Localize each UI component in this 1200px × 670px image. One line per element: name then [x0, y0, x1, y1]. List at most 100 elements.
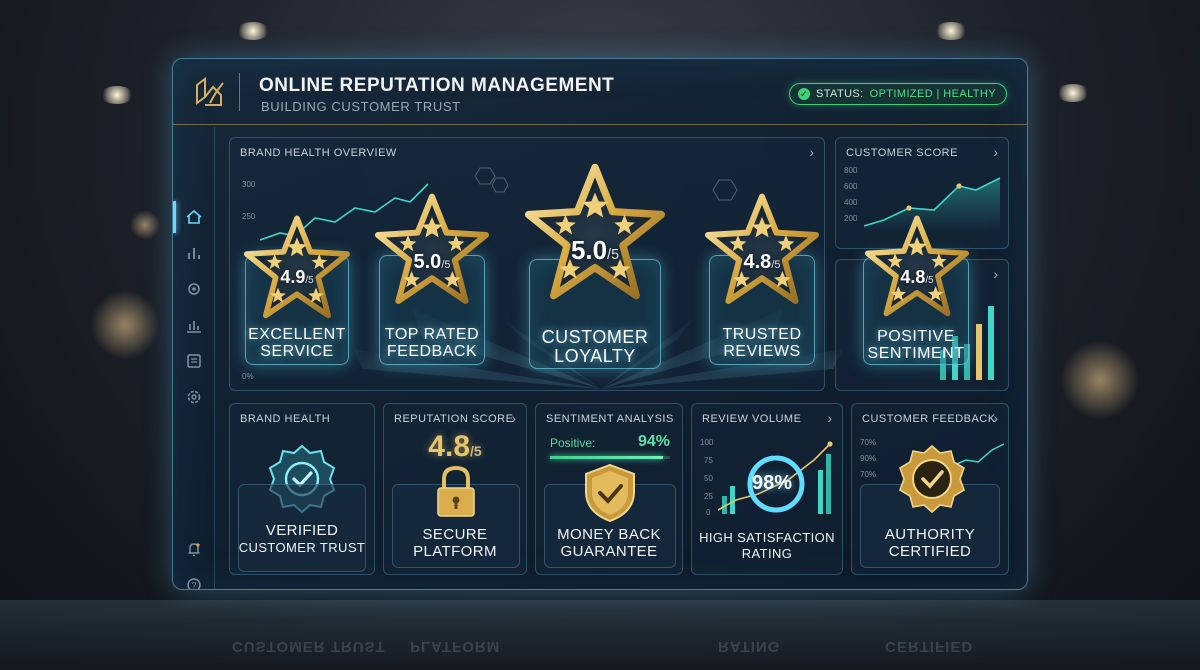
logo-separator — [239, 73, 240, 111]
app-subtitle: BUILDING CUSTOMER TRUST — [261, 99, 461, 114]
gold-star-icon — [519, 163, 671, 303]
chevron-right-icon[interactable]: › — [809, 144, 814, 160]
reputation-score: 4.8 — [428, 430, 471, 463]
panel-title: CUSTOMER FEEDBACK — [862, 413, 996, 425]
badge-label: CERTIFIED — [888, 543, 972, 560]
rating-suffix: /5 — [305, 275, 314, 286]
card-label: SERVICE — [260, 343, 334, 360]
customer-feedback-panel: CUSTOMER FEEDBACK › 70% 90% 70% AUTHORIT… — [851, 403, 1009, 575]
y-tick: 0 — [706, 508, 711, 517]
panel-title: BRAND HEALTH — [240, 413, 331, 425]
badge-label: RATING — [741, 546, 793, 561]
rating-suffix: /5 — [441, 259, 451, 271]
floor-reflection — [0, 600, 1200, 670]
card-label: TRUSTED — [722, 326, 802, 343]
reputation-score-panel: REPUTATION SCORE › 4.8/5 SECURE PLATFORM — [383, 403, 527, 575]
badge-label: PLATFORM — [413, 543, 497, 560]
sentiment-bar — [550, 456, 670, 459]
bell-icon[interactable] — [184, 539, 204, 559]
ceiling-light — [1056, 84, 1090, 102]
rating-value: 5.0 — [570, 235, 608, 265]
reflection-text: CUSTOMER TRUST — [232, 638, 386, 655]
y-tick: 25 — [704, 492, 713, 501]
sentiment-bar-fill — [550, 456, 663, 459]
badge-label: HIGH SATISFACTION — [699, 530, 835, 545]
home-icon[interactable] — [173, 201, 204, 233]
ceiling-light — [236, 22, 270, 40]
badge-label: VERIFIED — [265, 522, 339, 539]
rating-suffix: /5 — [771, 259, 781, 271]
dashboard-window: ONLINE REPUTATION MANAGEMENT BUILDING CU… — [172, 58, 1028, 590]
y-tick: 800 — [844, 166, 858, 175]
message-icon[interactable] — [184, 351, 204, 371]
app-title: ONLINE REPUTATION MANAGEMENT — [259, 75, 615, 96]
bokeh-light — [90, 290, 160, 360]
y-tick: 400 — [844, 198, 858, 207]
y-tick: 200 — [844, 214, 858, 223]
y-tick: 100 — [700, 438, 714, 447]
chevron-right-icon[interactable]: › — [827, 410, 832, 426]
ceiling-light — [934, 22, 968, 40]
bokeh-light — [130, 210, 160, 240]
panel-title: REVIEW VOLUME — [702, 413, 802, 425]
reflection-text: PLATFORM — [410, 638, 501, 655]
star-badge: 5.0/5 — [519, 163, 671, 303]
y-tick: 70% — [860, 438, 877, 447]
badge-label: AUTHORITY — [884, 526, 976, 543]
hexagon-decor — [474, 167, 509, 193]
reflection-text: CERTIFIED — [885, 638, 974, 655]
reflection-text: RATING — [718, 638, 781, 655]
star-badge: 4.8/5 — [699, 193, 825, 307]
y-tick: 600 — [844, 182, 858, 191]
panel-title: CUSTOMER SCORE — [846, 147, 958, 159]
chevron-right-icon[interactable]: › — [993, 266, 998, 282]
sentiment-analysis-panel: SENTIMENT ANALYSIS Positive: 94% MONEY B… — [535, 403, 683, 575]
card-label: EXCELLENT — [248, 326, 346, 343]
y-tick: 90% — [860, 454, 877, 463]
card-label: TOP RATED — [384, 326, 480, 343]
star-badge: 5.0/5 — [369, 193, 495, 307]
rating-value: 4.8 — [900, 267, 926, 287]
panel-title: BRAND HEALTH OVERVIEW — [240, 147, 397, 159]
check-icon: ✓ — [797, 88, 810, 100]
status-badge[interactable]: ✓ STATUS: OPTIMIZED | HEALTHY — [788, 83, 1007, 105]
brand-health-panel: BRAND HEALTH VERIFIED CUSTOMER TRUST — [229, 403, 375, 575]
chevron-right-icon[interactable]: › — [511, 410, 516, 426]
review-volume-panel: REVIEW VOLUME › 100 75 50 25 0 98% HIGH … — [691, 403, 843, 575]
y-tick: 50 — [704, 474, 713, 483]
star-badge: 4.9/5 — [237, 215, 357, 321]
card-label: POSITIVE — [877, 328, 955, 345]
panel-title: REPUTATION SCORE — [394, 413, 514, 425]
shield-check-icon — [585, 463, 635, 523]
ceiling-light — [100, 86, 134, 104]
y-tick: 70% — [860, 470, 877, 479]
chevron-right-icon[interactable]: › — [993, 144, 998, 160]
chevron-right-icon[interactable]: › — [993, 410, 998, 426]
status-value: OPTIMIZED | HEALTHY — [869, 88, 996, 100]
padlock-icon — [437, 465, 475, 517]
card-label: FEEDBACK — [386, 343, 478, 360]
brand-logo-icon — [196, 77, 224, 106]
settings-icon[interactable] — [184, 387, 204, 407]
positive-percent: 94% — [637, 433, 670, 450]
star-badge: 4.8/5 — [859, 215, 975, 319]
y-tick: 0% — [242, 372, 254, 381]
badge-label: SECURE — [422, 526, 488, 543]
gauge-value: 98% — [752, 472, 793, 494]
help-icon[interactable]: ? — [184, 575, 204, 589]
card-label: LOYALTY — [554, 346, 636, 366]
bar-chart-icon[interactable] — [184, 243, 204, 263]
badge-label: GUARANTEE — [560, 543, 658, 560]
rating-value: 4.9 — [280, 267, 306, 287]
badge-label: CUSTOMER TRUST — [238, 540, 366, 555]
gear-icon[interactable] — [184, 279, 204, 299]
y-tick: 300 — [242, 180, 256, 189]
card-label: REVIEWS — [723, 343, 801, 360]
y-tick: 75 — [704, 456, 713, 465]
card-label: CUSTOMER — [541, 327, 649, 347]
score-suffix: /5 — [470, 443, 482, 459]
column-chart-icon[interactable] — [184, 315, 204, 335]
certified-seal-icon — [899, 444, 965, 514]
gold-star-icon — [699, 193, 825, 307]
rating-value: 5.0 — [413, 251, 442, 273]
